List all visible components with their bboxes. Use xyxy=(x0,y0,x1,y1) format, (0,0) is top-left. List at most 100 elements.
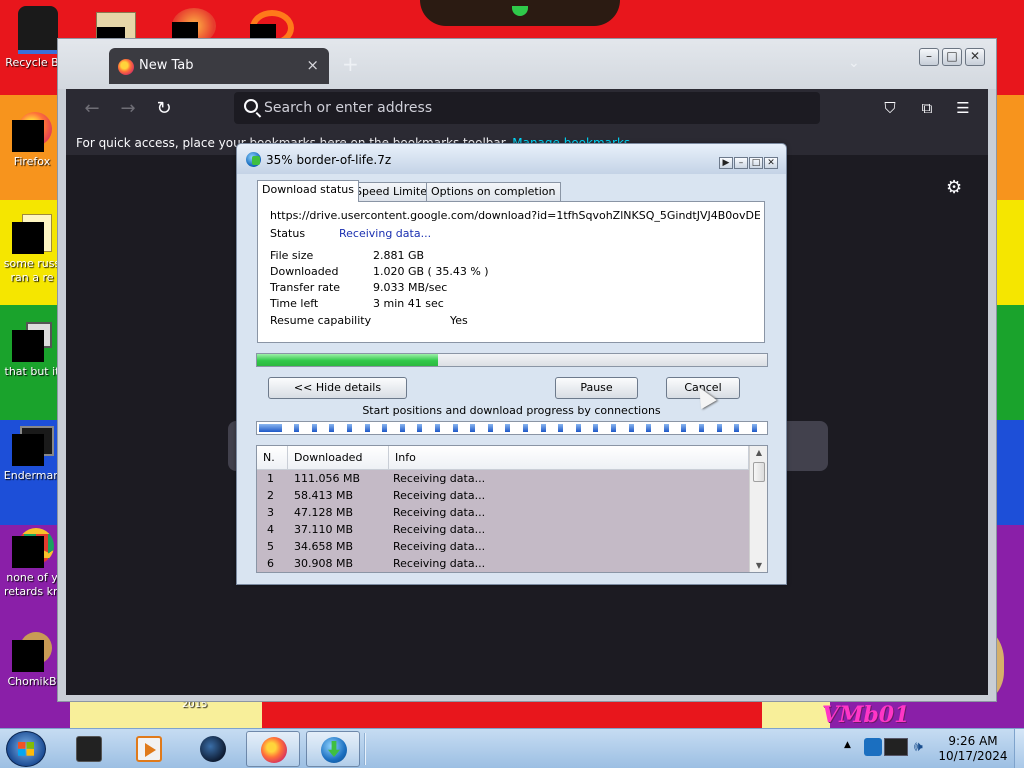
show-desktop-button[interactable] xyxy=(1014,729,1024,768)
pocket-icon[interactable]: ⛉ xyxy=(880,98,900,118)
pause-button[interactable]: Pause xyxy=(555,377,638,399)
volume-icon[interactable]: 🕪 xyxy=(914,738,932,756)
desktop-icon-label: some russ xyxy=(3,257,61,270)
tab-strip: New Tab × + ⌄ – □ ✕ xyxy=(58,39,996,89)
downloaded-value: 1.020 GB ( 35.43 % ) xyxy=(373,265,489,278)
cell-n: 3 xyxy=(267,506,274,519)
close-button[interactable]: ✕ xyxy=(764,157,778,169)
connection-segment xyxy=(593,424,599,432)
connection-segment xyxy=(276,424,282,432)
speed-icon[interactable]: ▶ xyxy=(719,157,733,169)
scroll-thumb[interactable] xyxy=(753,462,765,482)
taskbar-separator xyxy=(364,733,366,765)
connection-segment xyxy=(699,424,704,432)
desktop-icon-windows[interactable]: that but it xyxy=(2,322,62,379)
connections-scrollbar[interactable]: ▲ ▼ xyxy=(749,446,767,572)
transfer-rate-label: Transfer rate xyxy=(270,281,341,294)
connection-segment xyxy=(646,424,652,432)
time-left-label: Time left xyxy=(270,297,319,310)
cell-n: 4 xyxy=(267,523,274,536)
minimize-button[interactable]: – xyxy=(734,157,748,169)
cell-n: 2 xyxy=(267,489,274,502)
column-header-n[interactable]: N. xyxy=(257,446,288,470)
wallpaper-shape xyxy=(262,700,762,728)
tab-speed-limiter[interactable]: Speed Limiter xyxy=(350,182,437,201)
status-label: Status xyxy=(270,227,306,240)
table-row[interactable]: 5 34.658 MB Receiving data... xyxy=(257,538,749,555)
desktop-icon-chomik[interactable]: ChomikB xyxy=(2,632,62,689)
tab-new-tab[interactable]: New Tab × xyxy=(109,48,329,84)
cell-info: Receiving data... xyxy=(393,523,486,536)
connection-segment xyxy=(558,424,564,432)
cell-downloaded: 30.908 MB xyxy=(294,557,354,570)
gear-icon[interactable]: ⚙ xyxy=(946,177,962,198)
clock-date: 10/17/2024 xyxy=(938,749,1008,763)
reload-button[interactable]: ↻ xyxy=(150,97,178,121)
connection-segment xyxy=(487,424,493,432)
connection-segment xyxy=(311,424,317,432)
cell-info: Receiving data... xyxy=(393,489,486,502)
tab-download-status[interactable]: Download status xyxy=(257,180,359,202)
close-window-button[interactable]: ✕ xyxy=(965,48,985,66)
idm-tray-icon[interactable] xyxy=(864,738,882,756)
taskbar-app-task-manager[interactable] xyxy=(62,731,116,767)
connection-segment xyxy=(523,424,528,432)
taskbar-app-media-player[interactable] xyxy=(122,731,176,767)
recycle-bin-icon[interactable] xyxy=(18,6,58,54)
navigation-toolbar: ← → ↻ ⛉ ⧉ ☰ xyxy=(66,89,988,129)
minimize-button[interactable]: – xyxy=(919,48,939,66)
monitor-icon xyxy=(12,426,54,466)
dialog-title-bar[interactable]: 35% border-of-life.7z ▶ – □ ✕ xyxy=(237,144,786,174)
forward-button[interactable]: → xyxy=(114,97,142,121)
cell-downloaded: 58.413 MB xyxy=(294,489,354,502)
transfer-rate-value: 9.033 MB/sec xyxy=(373,281,448,294)
taskbar-app-steam[interactable] xyxy=(186,731,240,767)
maximize-button[interactable]: □ xyxy=(942,48,962,66)
table-row[interactable]: 3 47.128 MB Receiving data... xyxy=(257,504,749,521)
table-row[interactable]: 1 111.056 MB Receiving data... xyxy=(257,470,749,487)
system-clock[interactable]: 9:26 AM 10/17/2024 xyxy=(936,734,1010,764)
connection-segment xyxy=(417,424,423,432)
tab-title: New Tab xyxy=(139,58,194,73)
desktop-icon-firefox[interactable]: Firefox xyxy=(2,112,62,169)
taskbar-app-firefox[interactable] xyxy=(246,731,300,767)
address-bar[interactable] xyxy=(234,92,820,124)
column-header-info[interactable]: Info xyxy=(389,446,749,470)
connection-segment xyxy=(259,424,277,432)
desktop-icon-document[interactable]: some russ ran a re xyxy=(2,214,62,285)
table-row[interactable]: 4 37.110 MB Receiving data... xyxy=(257,521,749,538)
idm-icon xyxy=(246,152,261,167)
desktop-icon-chrome[interactable]: none of y retards kn xyxy=(2,528,62,599)
extensions-icon[interactable]: ⧉ xyxy=(917,98,937,118)
maximize-button[interactable]: □ xyxy=(749,157,763,169)
scroll-up-icon[interactable]: ▲ xyxy=(750,448,767,457)
connection-segment xyxy=(382,424,388,432)
scroll-down-icon[interactable]: ▼ xyxy=(750,561,767,570)
address-input[interactable] xyxy=(264,98,804,118)
desktop-icon-enderman[interactable]: Enderman xyxy=(2,426,62,483)
back-button[interactable]: ← xyxy=(78,97,106,121)
download-progress-bar xyxy=(256,353,768,367)
cell-info: Receiving data... xyxy=(393,557,486,570)
cell-downloaded: 37.110 MB xyxy=(294,523,354,536)
firefox-icon xyxy=(118,59,134,75)
cell-info: Receiving data... xyxy=(393,506,486,519)
table-row[interactable]: 6 30.908 MB Receiving data... xyxy=(257,555,749,572)
table-row[interactable]: 2 58.413 MB Receiving data... xyxy=(257,487,749,504)
desktop-icon-recycle-bin[interactable]: Recycle B xyxy=(2,56,62,70)
desktop-icon-label: that but it xyxy=(4,365,60,378)
tab-options-on-completion[interactable]: Options on completion xyxy=(426,182,561,201)
hide-details-button[interactable]: << Hide details xyxy=(268,377,407,399)
close-tab-icon[interactable]: × xyxy=(306,56,319,74)
connection-segment xyxy=(628,424,634,432)
menu-icon[interactable]: ☰ xyxy=(953,98,973,118)
desktop-icon-label: ran a re xyxy=(10,271,54,284)
start-button[interactable] xyxy=(6,731,46,767)
list-tabs-icon[interactable]: ⌄ xyxy=(848,55,860,71)
show-hidden-icons-icon[interactable]: ▲ xyxy=(844,740,851,750)
connection-segment xyxy=(681,424,687,432)
new-tab-button[interactable]: + xyxy=(342,54,359,74)
network-icon[interactable] xyxy=(884,738,908,756)
column-header-downloaded[interactable]: Downloaded xyxy=(288,446,389,470)
taskbar-app-idm[interactable] xyxy=(306,731,360,767)
